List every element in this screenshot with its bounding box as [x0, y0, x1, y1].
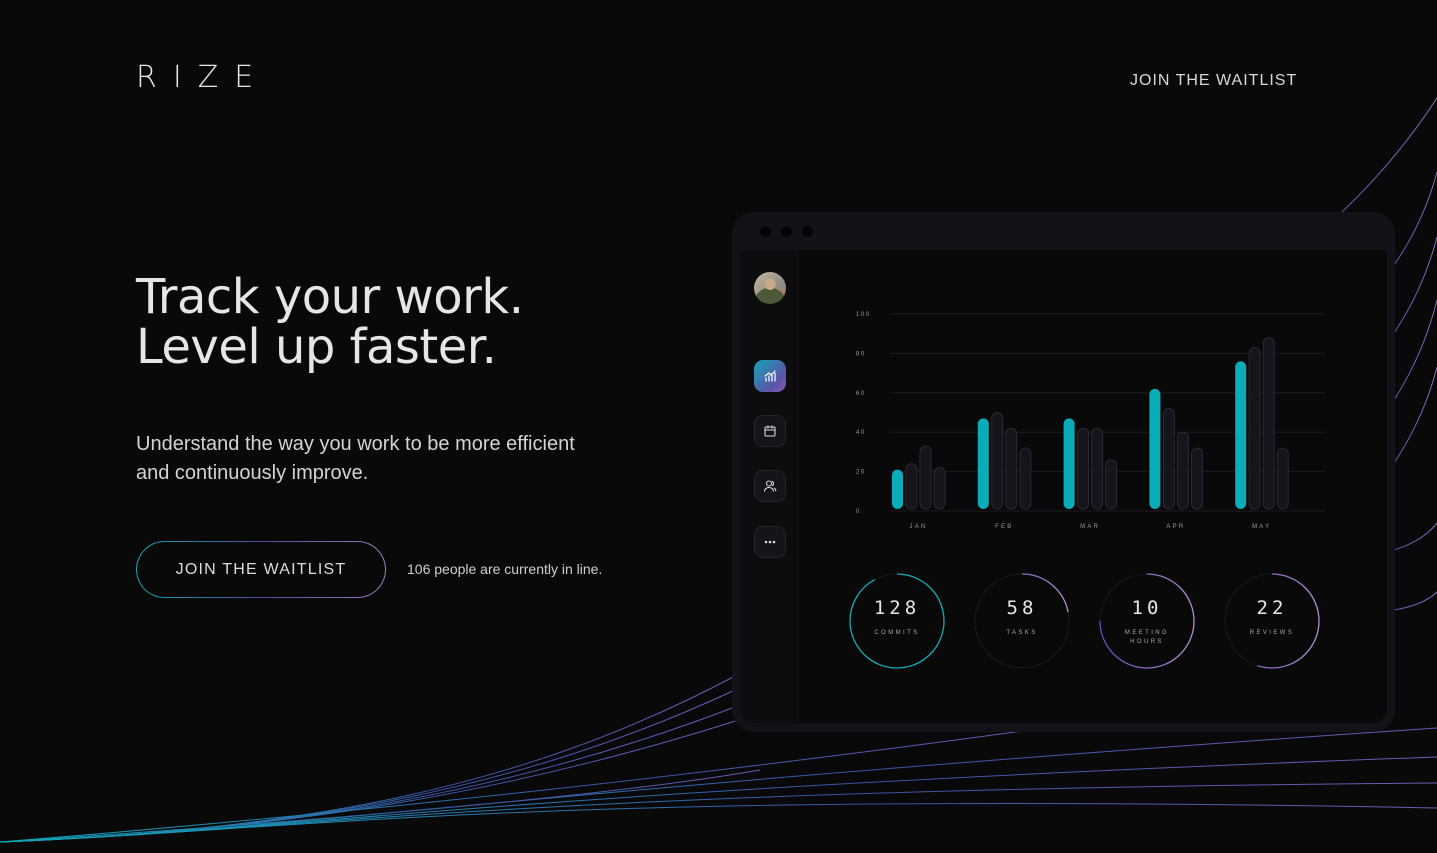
stat-commits: 128 COMMITS [848, 572, 946, 670]
headline-line-1: Track your work. [136, 269, 524, 325]
sidebar-item-team[interactable] [754, 470, 786, 502]
ring-progress-arc [849, 573, 945, 669]
stat-value: 128 [873, 597, 921, 619]
decorative-curve [0, 704, 741, 843]
decorative-curve [0, 769, 761, 843]
y-tick-label: 80 [856, 351, 866, 357]
sidebar-item-calendar[interactable] [754, 415, 786, 447]
y-tick-label: 60 [856, 391, 866, 397]
x-tick-label: MAY [1252, 524, 1271, 530]
queue-count-text: 106 people are currently in line. [407, 561, 603, 577]
stat-reviews: 22 REVIEWS [1223, 572, 1321, 670]
hero-subtext: Understand the way you work to be more e… [136, 433, 575, 484]
headline-line-2: Level up faster. [136, 319, 497, 375]
bar-may-series-3[interactable] [1262, 337, 1275, 510]
bar-jan-series-4[interactable] [933, 467, 946, 510]
bar-chart-svg: 0 20 40 60 80 100 JAN FEB MAR APR MAY [856, 312, 1325, 530]
sidebar-item-analytics[interactable] [754, 360, 786, 392]
app-preview-window: 0 20 40 60 80 100 JAN FEB MAR APR MAY 128 COMMITS … [732, 212, 1395, 732]
bar-apr-series-4[interactable] [1190, 447, 1203, 510]
bar-mar-series-2[interactable] [1077, 427, 1090, 510]
decorative-curve [0, 756, 1437, 843]
stat-label: REVIEWS [1249, 630, 1295, 636]
stat-label: MEETING HOURS [1124, 630, 1170, 645]
y-tick-label: 100 [856, 312, 871, 318]
decorative-curve [0, 802, 1437, 843]
decorative-curve [1341, 97, 1437, 213]
more-icon [764, 540, 776, 544]
x-tick-label: FEB [995, 524, 1013, 530]
progress-ring-reviews [1224, 573, 1320, 669]
window-dot-maximize [802, 226, 813, 237]
calendar-icon [764, 425, 776, 437]
progress-ring-meeting-hours [1099, 573, 1195, 669]
stat-value: 58 [1006, 597, 1038, 619]
rize-logo[interactable]: RIZE [136, 60, 269, 95]
bar-mar-series-4[interactable] [1105, 459, 1118, 510]
stat-meeting-hours: 10 MEETING HOURS [1098, 572, 1196, 670]
window-controls [760, 226, 813, 237]
bar-mar-series-1[interactable] [1063, 418, 1075, 509]
bar-apr-series-1[interactable] [1149, 388, 1161, 509]
hero-headline: Track your work. Level up faster. [136, 269, 524, 375]
decorative-curve [1393, 236, 1437, 334]
decorative-curve [1393, 591, 1437, 611]
decorative-curve [1393, 522, 1437, 551]
app-sidebar [740, 250, 799, 723]
join-waitlist-button[interactable]: JOIN THE WAITLIST [136, 541, 386, 598]
stats-row: 128 COMMITS 58 TASKS 10 MEETING HOURS 22… [848, 572, 1348, 672]
x-tick-label: APR [1166, 524, 1185, 530]
y-tick-label: 0 [856, 509, 861, 515]
stat-value: 22 [1256, 597, 1288, 619]
bar-feb-series-2[interactable] [991, 412, 1004, 510]
bar-apr-series-2[interactable] [1162, 408, 1175, 510]
bar-feb-series-1[interactable] [977, 418, 989, 509]
decorative-curve [1393, 299, 1437, 401]
bar-may-series-4[interactable] [1276, 447, 1289, 510]
decorative-curve [0, 717, 746, 843]
window-dot-minimize [781, 226, 792, 237]
bar-apr-series-3[interactable] [1176, 431, 1189, 510]
decorative-curve [0, 782, 1437, 843]
x-tick-label: JAN [910, 524, 928, 530]
bar-jan-series-2[interactable] [905, 463, 918, 510]
bar-mar-series-3[interactable] [1091, 427, 1104, 510]
stat-label: TASKS [1006, 630, 1038, 636]
decorative-curve [0, 689, 736, 843]
y-tick-label: 20 [856, 470, 866, 476]
bar-may-series-2[interactable] [1248, 346, 1261, 510]
bar-jan-series-1[interactable] [892, 469, 903, 509]
bar-feb-series-4[interactable] [1019, 447, 1032, 510]
bar-may-series-1[interactable] [1235, 361, 1247, 509]
bar-feb-series-3[interactable] [1005, 427, 1018, 510]
decorative-curve [0, 727, 1437, 843]
sidebar-item-more[interactable] [754, 526, 786, 558]
progress-ring-tasks [974, 573, 1070, 669]
activity-bar-chart: 0 20 40 60 80 100 JAN FEB MAR APR MAY [840, 310, 1340, 540]
users-icon [763, 480, 777, 492]
x-tick-label: MAR [1080, 524, 1100, 530]
stat-tasks: 58 TASKS [973, 572, 1071, 670]
decorative-curve [0, 729, 1031, 843]
app-content: 0 20 40 60 80 100 JAN FEB MAR APR MAY 128 COMMITS … [740, 250, 1387, 723]
decorative-curve [1393, 171, 1437, 266]
nav-join-waitlist-link[interactable]: JOIN THE WAITLIST [1130, 72, 1297, 90]
user-avatar[interactable] [754, 272, 786, 304]
stat-value: 10 [1131, 597, 1163, 619]
chart-icon [764, 370, 776, 382]
window-dot-close [760, 226, 771, 237]
progress-ring-commits [849, 573, 945, 669]
decorative-curve [1393, 366, 1437, 464]
decorative-curve [0, 675, 736, 843]
bar-jan-series-3[interactable] [919, 445, 932, 510]
stat-label: COMMITS [874, 630, 920, 636]
y-tick-label: 40 [856, 430, 866, 436]
